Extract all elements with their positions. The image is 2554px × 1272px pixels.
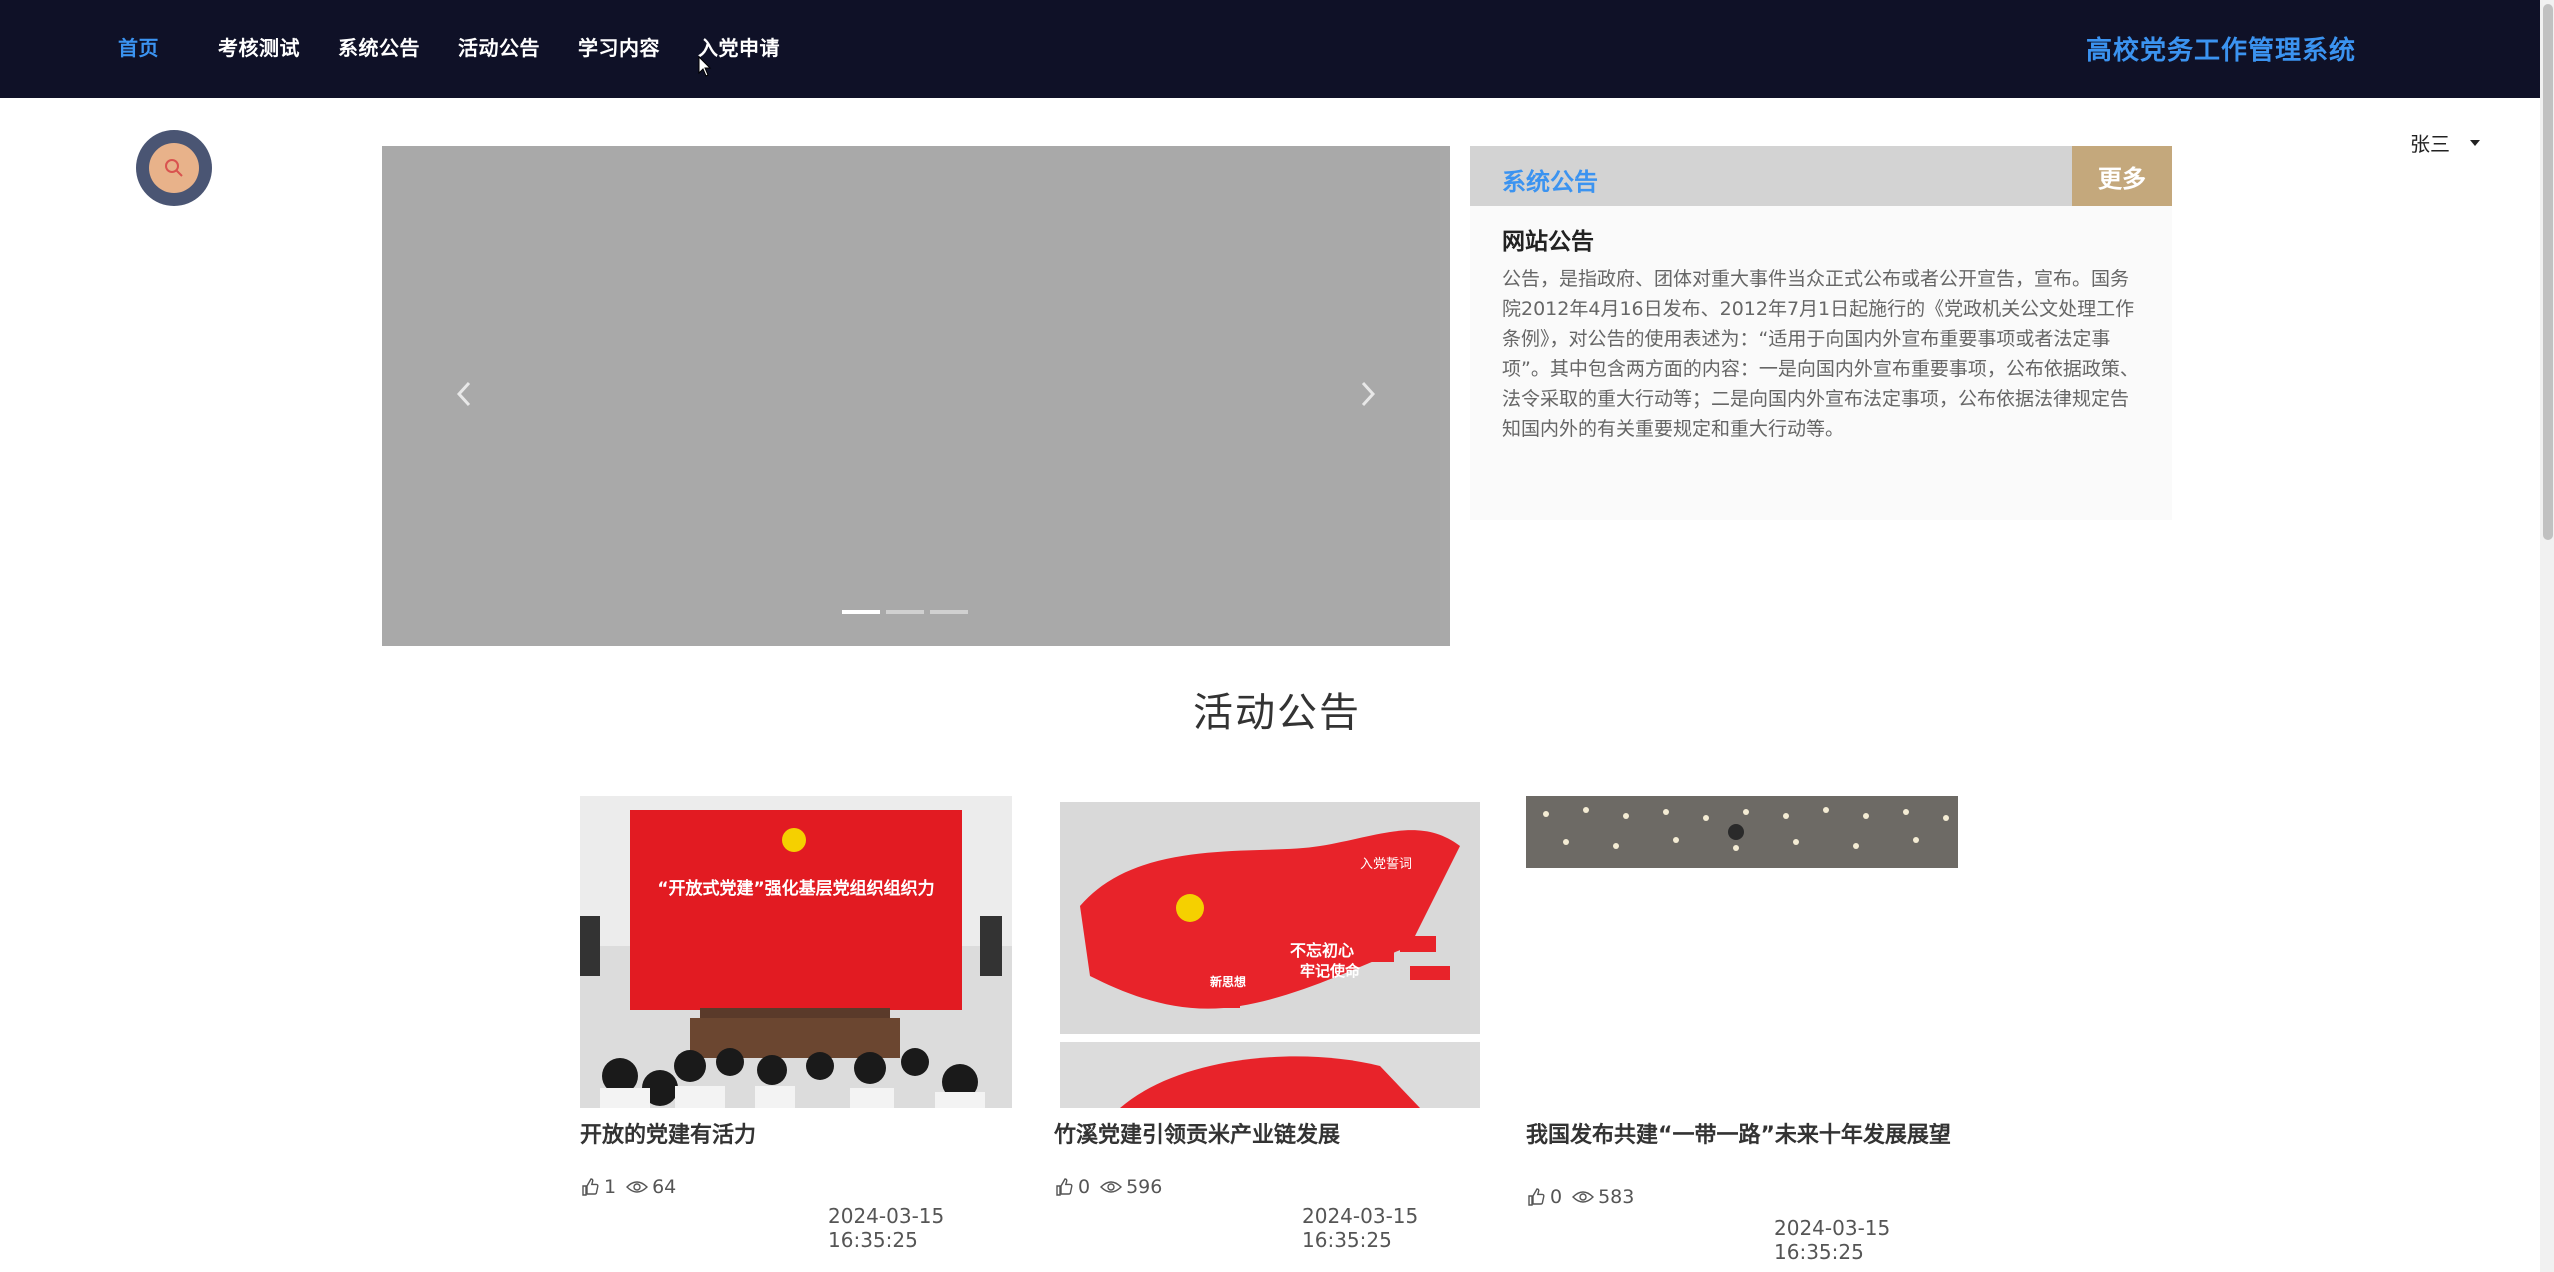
activity-card[interactable]: “开放式党建”强化基层党组织组织力 开放的党建有活力 1 64 2024-03-…	[580, 790, 1036, 1272]
activity-card[interactable]: 我国发布共建“一带一路”未来十年发展展望 0 583 2024-03-15 16…	[1526, 790, 1982, 1272]
search-button-inner	[149, 143, 199, 193]
site-brand[interactable]: 高校党务工作管理系统	[2086, 30, 2356, 67]
thumbs-up-icon[interactable]	[580, 1177, 600, 1197]
search-icon	[165, 159, 183, 177]
view-count: 64	[652, 1176, 677, 1198]
notice-title: 系统公告	[1502, 168, 1598, 196]
scrollbar-track[interactable]	[2540, 0, 2554, 1272]
more-button[interactable]: 更多	[2072, 146, 2172, 206]
nav-item-system-notice[interactable]: 系统公告	[338, 32, 420, 61]
image-slogan2-text: 牢记使命	[1300, 962, 1361, 980]
eye-icon	[1100, 1181, 1123, 1193]
card-date: 2024-03-15 16:35:25	[1302, 1204, 1419, 1252]
nav-item-study[interactable]: 学习内容	[578, 32, 660, 61]
card-meta: 0 596	[1054, 1176, 1162, 1198]
card-title[interactable]: 竹溪党建引领贡米产业链发展	[1054, 1120, 1494, 1152]
party-oath-wall-image: 入党誓词 不忘初心 牢记使命 新思想	[1060, 796, 1480, 1108]
like-count: 1	[604, 1176, 617, 1198]
card-image[interactable]: 入党誓词 不忘初心 牢记使命 新思想	[1060, 796, 1480, 1108]
press-conference-image: “开放式党建”强化基层党组织组织力	[580, 796, 1012, 1108]
card-image[interactable]	[1526, 796, 1958, 1108]
ceiling-lights-image	[1526, 796, 1958, 1108]
chevron-right-icon	[1361, 381, 1376, 407]
like-count: 0	[1550, 1186, 1563, 1208]
notice-subtitle[interactable]: 网站公告	[1502, 222, 1594, 256]
activity-card[interactable]: 入党誓词 不忘初心 牢记使命 新思想 竹溪党建引领贡米产业链发展 0 596 2…	[1054, 790, 1510, 1272]
view-count: 596	[1126, 1176, 1163, 1198]
card-date: 2024-03-15 16:35:25	[828, 1204, 945, 1252]
user-name: 张三	[2410, 132, 2450, 156]
carousel-indicator-1[interactable]	[842, 610, 880, 614]
scrollbar-thumb[interactable]	[2543, 4, 2553, 540]
chevron-left-icon	[456, 381, 471, 407]
system-notice-panel: 系统公告 更多 网站公告 公告，是指政府、团体对重大事件当众正式公布或者公开宣告…	[1470, 146, 2172, 520]
notice-header: 系统公告 更多	[1470, 146, 2172, 206]
search-button[interactable]	[136, 130, 212, 206]
view-count: 583	[1598, 1186, 1635, 1208]
carousel-indicators	[842, 610, 968, 614]
thumbs-up-icon[interactable]	[1054, 1177, 1074, 1197]
image-slogan-text: 不忘初心	[1290, 941, 1354, 960]
notice-body: 公告，是指政府、团体对重大事件当众正式公布或者公开宣告，宣布。国务院2012年4…	[1502, 268, 2139, 440]
card-date: 2024-03-15 16:35:25	[1774, 1216, 1891, 1264]
banner-carousel[interactable]	[382, 146, 1450, 646]
card-title[interactable]: 开放的党建有活力	[580, 1120, 1020, 1152]
carousel-indicator-2[interactable]	[886, 610, 924, 614]
carousel-next-button[interactable]	[1348, 374, 1388, 414]
carousel-prev-button[interactable]	[444, 374, 484, 414]
nav-item-home[interactable]: 首页	[118, 32, 159, 61]
image-oath-text: 入党誓词	[1360, 857, 1412, 872]
card-title[interactable]: 我国发布共建“一带一路”未来十年发展展望	[1526, 1120, 1966, 1152]
nav-item-activity-notice[interactable]: 活动公告	[458, 32, 540, 61]
section-title: 活动公告	[1193, 690, 1361, 736]
carousel-indicator-3[interactable]	[930, 610, 968, 614]
like-count: 0	[1078, 1176, 1091, 1198]
caret-down-icon	[2470, 139, 2480, 146]
eye-icon	[626, 1181, 649, 1193]
image-headline-text: “开放式党建”强化基层党组织组织力	[657, 878, 934, 899]
card-meta: 1 64	[580, 1176, 676, 1198]
mouse-cursor-icon	[698, 56, 712, 77]
top-navbar: 首页 考核测试 系统公告 活动公告 学习内容 入党申请 高校党务工作管理系统	[0, 0, 2554, 98]
image-slogan3-text: 新思想	[1210, 974, 1246, 989]
nav-item-exam[interactable]: 考核测试	[218, 32, 300, 61]
card-image[interactable]: “开放式党建”强化基层党组织组织力	[580, 796, 1012, 1108]
user-menu[interactable]: 张三	[2410, 128, 2480, 157]
eye-icon	[1572, 1191, 1595, 1203]
thumbs-up-icon[interactable]	[1526, 1187, 1546, 1207]
card-meta: 0 583	[1526, 1186, 1634, 1208]
